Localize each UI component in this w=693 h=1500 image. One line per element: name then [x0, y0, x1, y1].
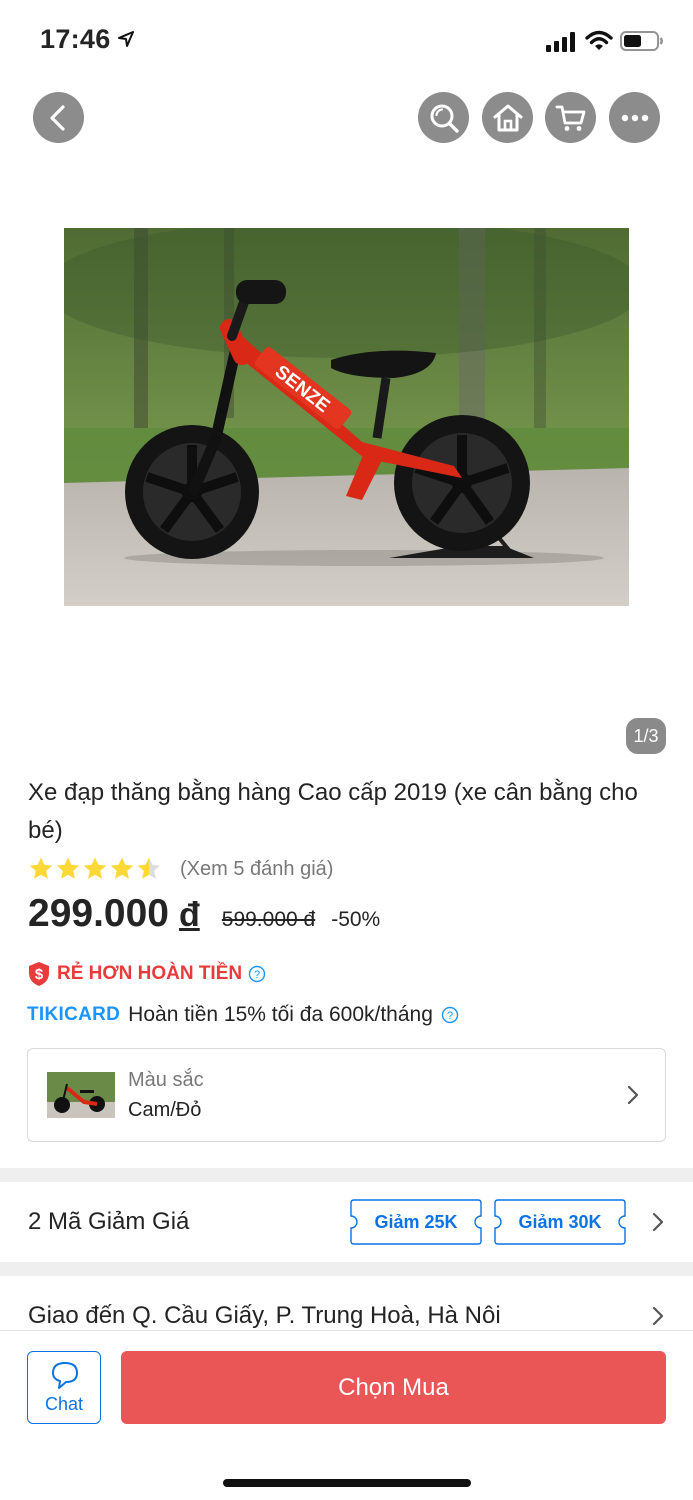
- status-bar: 17:46: [0, 0, 693, 80]
- rating-row[interactable]: (Xem 5 đánh giá): [28, 854, 333, 884]
- currency-symbol: đ: [178, 896, 200, 934]
- bottom-action-bar: Chat Chọn Mua: [0, 1330, 693, 1500]
- star-icon: [29, 857, 53, 879]
- coupon-label: Giảm 25K: [374, 1212, 458, 1232]
- section-divider: [0, 1262, 693, 1276]
- more-button[interactable]: [609, 92, 660, 143]
- chevron-right-icon: [627, 1085, 639, 1105]
- cart-icon: [555, 105, 585, 131]
- star-icon: [137, 857, 161, 879]
- svg-text:$: $: [35, 966, 44, 983]
- cellular-signal-icon: [546, 32, 575, 52]
- home-button[interactable]: [482, 92, 533, 143]
- more-icon: [621, 114, 648, 121]
- help-icon[interactable]: ?: [441, 1006, 459, 1024]
- star-icon: [56, 857, 80, 879]
- location-arrow-icon: [118, 31, 134, 47]
- home-icon: [493, 104, 522, 131]
- list-price: 599.000 đ: [221, 908, 316, 931]
- variant-thumbnail: [47, 1072, 115, 1118]
- star-icon: [83, 857, 107, 879]
- section-divider: [0, 1168, 693, 1182]
- delivery-address-row[interactable]: Giao đến Q. Cầu Giấy, P. Trung Hoà, Hà N…: [0, 1276, 693, 1330]
- search-button[interactable]: [418, 92, 469, 143]
- chat-label: Chat: [44, 1394, 84, 1414]
- cashback-badge: $ RẺ HƠN HOÀN TIỀN ?: [27, 960, 266, 988]
- product-title: Xe đạp thăng bằng hàng Cao cấp 2019 (xe …: [28, 779, 638, 844]
- variant-value: Cam/Đỏ: [128, 1099, 202, 1121]
- chat-button[interactable]: Chat: [27, 1351, 101, 1424]
- delivery-address: Giao đến Q. Cầu Giấy, P. Trung Hoà, Hà N…: [28, 1302, 501, 1329]
- image-counter: 1/3: [626, 718, 666, 754]
- chevron-right-icon: [652, 1212, 664, 1232]
- chat-bubble-icon: [52, 1362, 78, 1389]
- variant-label: Màu sắc: [128, 1069, 204, 1091]
- help-icon[interactable]: ?: [248, 965, 266, 983]
- coupon-title: 2 Mã Giảm Giá: [28, 1208, 190, 1235]
- coupon-label: Giảm 30K: [518, 1212, 602, 1232]
- cashback-label: RẺ HƠN HOÀN TIỀN: [57, 963, 243, 984]
- tikicard-text: Hoàn tiền 15% tối đa 600k/tháng: [128, 1003, 433, 1026]
- balance-bike-photo: SENZE: [64, 228, 629, 606]
- wifi-icon: [585, 30, 613, 50]
- coupon-chip[interactable]: Giảm 25K: [350, 1199, 482, 1245]
- tikicard-promo: TIKICARD Hoàn tiền 15% tối đa 600k/tháng…: [27, 1000, 459, 1030]
- coupon-chip[interactable]: Giảm 30K: [494, 1199, 626, 1245]
- discount-percent: -50%: [331, 908, 381, 931]
- back-button[interactable]: [33, 92, 84, 143]
- coupon-section[interactable]: 2 Mã Giảm Giá Giảm 25K Giảm 30K: [0, 1182, 693, 1262]
- search-icon: [430, 104, 459, 133]
- status-time: 17:46: [40, 24, 111, 54]
- svg-text:?: ?: [447, 1010, 453, 1022]
- review-link[interactable]: (Xem 5 đánh giá): [180, 858, 333, 881]
- shield-dollar-icon: $: [29, 962, 49, 986]
- tikicard-logo: TIKICARD: [27, 1004, 121, 1025]
- chevron-right-icon: [652, 1306, 664, 1326]
- rating-stars: [28, 856, 162, 882]
- price-row: 299.000 đ 599.000 đ -50%: [28, 892, 380, 942]
- variant-selector[interactable]: Màu sắc Cam/Đỏ: [27, 1048, 666, 1142]
- battery-icon: [620, 31, 663, 51]
- current-price: 299.000: [28, 892, 169, 935]
- product-image[interactable]: SENZE: [64, 228, 629, 606]
- back-icon: [49, 104, 65, 131]
- buy-button[interactable]: Chọn Mua: [121, 1351, 666, 1424]
- home-indicator[interactable]: [223, 1479, 471, 1487]
- star-icon: [110, 857, 134, 879]
- cart-button[interactable]: [545, 92, 596, 143]
- svg-text:?: ?: [254, 969, 260, 981]
